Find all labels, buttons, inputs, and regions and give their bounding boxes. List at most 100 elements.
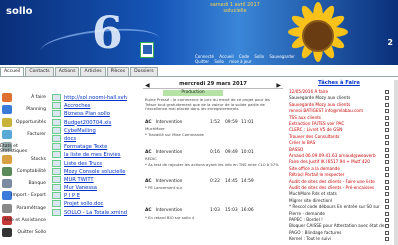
shortcut-link[interactable]: Accroches — [64, 102, 140, 110]
sidebar-item-label: Paramétrage — [16, 205, 46, 211]
shortcut-link[interactable]: Projet sollo.doc — [64, 200, 140, 208]
tab-articles[interactable]: Articles — [80, 67, 106, 76]
shortcut-link[interactable]: Formatage Texte — [64, 143, 140, 151]
sidebar-item-7[interactable]: Banque — [0, 178, 48, 190]
task-checkbox[interactable] — [385, 90, 389, 94]
shortcut-link[interactable]: Mozy Console solucielle — [64, 168, 140, 176]
sidebar-item-3[interactable]: Facturer — [0, 129, 48, 141]
task-checkbox[interactable] — [385, 109, 389, 114]
task-checkbox[interactable] — [385, 173, 389, 178]
nav-sauvegarder[interactable]: Sauvegarder — [269, 54, 295, 59]
nav-sollo[interactable]: Sollo — [254, 54, 264, 59]
sidebar-icon — [2, 129, 12, 139]
link-folder-icon — [52, 118, 61, 126]
task-checkbox[interactable] — [385, 224, 389, 229]
tab-actions[interactable]: Actions — [54, 67, 80, 76]
sidebar-item-label: Comptabilité — [16, 168, 46, 174]
shortcut-link[interactable]: MUR TWITT — [64, 176, 140, 184]
sidebar-item-8[interactable]: Import - Export — [0, 190, 48, 202]
task-checkbox[interactable] — [385, 192, 389, 197]
journal-ac: AC — [145, 150, 152, 155]
sidebar-item-5[interactable]: Stocks — [0, 154, 48, 166]
journal-start: 14:45 — [225, 179, 238, 184]
journal-ac: AC — [145, 208, 152, 213]
link-folder-icon — [52, 110, 61, 118]
task-checkbox[interactable] — [385, 166, 389, 171]
sidebar-item-4[interactable]: États et Statistiques — [0, 141, 48, 154]
shortcut-link[interactable]: Bizness Plan sollo — [64, 110, 140, 118]
task-label: Trouver des Consultants — [289, 133, 340, 139]
task-checkbox[interactable] — [385, 160, 389, 165]
task-checkbox[interactable] — [385, 205, 389, 210]
journal-intro: Ruine Pressé : Je commence le prix du me… — [145, 97, 270, 111]
task-label: Kernel : Tout le suivi — [289, 236, 331, 242]
shortcut-link[interactable]: P I P E — [64, 192, 140, 200]
shortcut-link[interactable]: http://sol.noomi-hall.svh — [64, 94, 140, 102]
task-checkbox[interactable] — [385, 102, 389, 107]
task-item[interactable]: Kernel : Tout le suivi — [289, 236, 389, 242]
task-checkbox[interactable] — [385, 147, 389, 152]
tab-dossiers[interactable]: Dossiers — [130, 67, 158, 76]
task-checkbox[interactable] — [385, 198, 389, 203]
journal-type: Intervention — [155, 150, 183, 155]
link-folder-icon — [52, 192, 61, 200]
shortcut-link[interactable]: Budget200704.xls — [64, 119, 140, 127]
sidebar-icon — [2, 93, 12, 102]
link-folder-icon — [52, 126, 61, 134]
shortcut-link[interactable]: CybeMailing — [64, 127, 140, 135]
journal-row[interactable]: AC Intervention 1:03 15:03 16:06 — [145, 208, 279, 214]
task-checkbox[interactable] — [385, 230, 389, 235]
sidebar-item-11[interactable]: Quitter Sollo — [0, 227, 48, 239]
journal-duration: 0:22 — [210, 179, 220, 184]
task-checkbox[interactable] — [385, 211, 389, 216]
shortcut-link[interactable]: SOLLO - La Totale.xmind — [64, 209, 140, 217]
sidebar-item-label: Quitter Sollo — [17, 230, 46, 236]
journal-duration: 1:03 — [210, 208, 220, 213]
sidebar-item-10[interactable]: Aide et Assistance — [0, 215, 48, 227]
task-checkbox[interactable] — [385, 128, 389, 133]
sidebar-item-1[interactable]: Planning — [0, 104, 48, 116]
task-checkbox[interactable] — [385, 96, 389, 101]
shortcut-link[interactable]: Liste des Trucs — [64, 160, 140, 168]
journal-row[interactable]: AC Intervention 0:16 09:49 10:01 — [145, 150, 279, 156]
nav-mise-a-jour[interactable]: mise à jour — [229, 59, 251, 64]
vertical-scrollbar[interactable] — [394, 80, 398, 245]
task-checkbox[interactable] — [385, 122, 389, 126]
task-label: renvoi BATIGEST info@mlabau.com — [289, 108, 364, 114]
task-checkbox[interactable] — [385, 237, 389, 242]
nav-sollo-2[interactable]: Sollo — [214, 59, 224, 64]
sidebar-item-2[interactable]: Opportunités — [0, 117, 48, 129]
tasks-panel: Tâches à Faire 12/05/2016 À faire Sauvega… — [286, 80, 392, 245]
tab-accueil[interactable]: Accueil — [0, 67, 25, 76]
document-icon[interactable] — [140, 42, 154, 58]
sidebar-item-6[interactable]: Comptabilité — [0, 166, 48, 178]
tasks-title[interactable]: Tâches à Faire — [286, 80, 392, 87]
tab-contacts[interactable]: Contacts — [25, 67, 54, 76]
sidebar-item-label: Opportunités — [15, 119, 46, 125]
sidebar-icon — [2, 203, 12, 213]
task-checkbox[interactable] — [385, 218, 389, 222]
next-day-arrow-icon[interactable]: ▶ — [276, 81, 281, 90]
journal-row[interactable]: AC Intervention 1:52 09:59 11:01 — [145, 120, 279, 126]
journal-ac: AC — [145, 120, 152, 125]
task-checkbox[interactable] — [385, 179, 389, 184]
tab-pieces[interactable]: Pièces — [106, 67, 130, 76]
shortcut-link[interactable]: la liste de mes Envies — [64, 151, 140, 159]
task-checkbox[interactable] — [385, 134, 389, 139]
task-checkbox[interactable] — [385, 115, 389, 120]
journal-start: 09:59 — [225, 120, 238, 125]
journal-end: 11:01 — [241, 120, 254, 125]
shortcut-link[interactable]: docs — [64, 135, 140, 143]
sidebar-item-0[interactable]: À faire — [0, 92, 48, 104]
nav-quitter[interactable]: Quitter — [195, 59, 209, 64]
task-checkbox[interactable] — [385, 154, 389, 158]
sidebar-item-9[interactable]: Paramétrage — [0, 203, 48, 215]
task-label: Sauvegarde Mozy aux clients — [289, 101, 351, 107]
task-checkbox[interactable] — [385, 186, 389, 190]
shortcut-link[interactable]: Mur Vanessa — [64, 184, 140, 192]
task-label: MuchMore Rds et stats — [289, 191, 337, 197]
prev-day-arrow-icon[interactable]: ◀ — [145, 81, 150, 90]
task-label: Arnaud 06.09.09.41.63 arnaud@weaverb — [289, 153, 376, 158]
task-checkbox[interactable] — [385, 141, 389, 146]
task-label: BASSO — [289, 146, 304, 152]
